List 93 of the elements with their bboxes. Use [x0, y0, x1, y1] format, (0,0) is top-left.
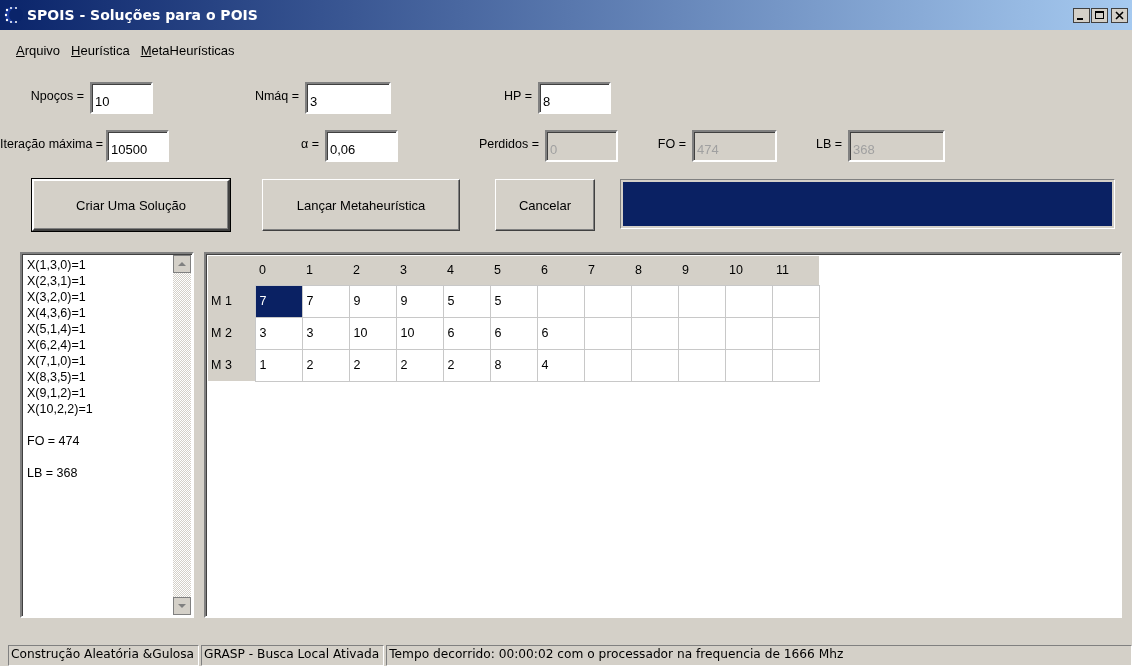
menu-item[interactable]: Heurística [67, 40, 134, 62]
list-item[interactable]: X(3,2,0)=1 [27, 289, 173, 305]
table-cell[interactable] [584, 349, 631, 381]
input-field[interactable]: 3 [305, 82, 391, 114]
table-cell[interactable]: 8 [490, 349, 537, 381]
table-cell[interactable]: 2 [396, 349, 443, 381]
table-cell[interactable] [725, 349, 772, 381]
table-cell[interactable] [725, 285, 772, 317]
input-field[interactable]: 10500 [106, 130, 169, 162]
list-item[interactable]: X(4,3,6)=1 [27, 305, 173, 321]
column-header: 6 [537, 256, 584, 285]
table-cell[interactable] [631, 317, 678, 349]
table-cell[interactable]: 4 [537, 349, 584, 381]
column-header: 1 [302, 256, 349, 285]
list-item[interactable]: X(6,2,4)=1 [27, 337, 173, 353]
action-button[interactable]: Lançar Metaheurística [262, 179, 460, 231]
action-button[interactable]: Criar Uma Solução [32, 179, 230, 231]
column-header: 11 [772, 256, 819, 285]
list-item[interactable]: X(5,1,4)=1 [27, 321, 173, 337]
status-pane: Tempo decorrido: 00:00:02 com o processador na frequencia de 1666 Mhz [386, 645, 1132, 666]
action-button[interactable]: Cancelar [495, 179, 595, 231]
list-item[interactable]: X(1,3,0)=1 [27, 257, 173, 273]
table-cell[interactable] [678, 285, 725, 317]
table-cell[interactable] [584, 317, 631, 349]
table-cell[interactable] [772, 349, 819, 381]
field-label: FO = [656, 136, 687, 151]
table-cell[interactable]: 2 [349, 349, 396, 381]
table-cell[interactable] [631, 285, 678, 317]
field-label: Npoços = [29, 88, 85, 103]
field-label: α = [300, 136, 320, 151]
table-cell[interactable]: 6 [443, 317, 490, 349]
field-label: Iteração máxima = [0, 136, 105, 151]
table-cell[interactable]: 7 [255, 285, 302, 317]
table-cell[interactable] [537, 285, 584, 317]
table-cell[interactable]: 6 [537, 317, 584, 349]
table-cell[interactable]: 10 [396, 317, 443, 349]
minimize-button[interactable] [1073, 7, 1090, 23]
list-item[interactable]: LB = 368 [27, 465, 173, 481]
table-cell[interactable] [584, 285, 631, 317]
input-field[interactable]: 8 [538, 82, 611, 114]
table-cell[interactable]: 9 [396, 285, 443, 317]
column-header: 10 [725, 256, 772, 285]
column-header: 7 [584, 256, 631, 285]
column-header: 9 [678, 256, 725, 285]
input-field[interactable]: 10 [90, 82, 153, 114]
table-cell[interactable] [772, 285, 819, 317]
table-cell[interactable]: 2 [443, 349, 490, 381]
list-item[interactable]: X(8,3,5)=1 [27, 369, 173, 385]
table-cell[interactable]: 3 [302, 317, 349, 349]
list-item[interactable]: X(7,1,0)=1 [27, 353, 173, 369]
field-label: Perdidos = [477, 136, 540, 151]
table-cell[interactable]: 6 [490, 317, 537, 349]
field-label: HP = [503, 88, 533, 103]
row-header: M 2 [208, 317, 255, 349]
column-header: 5 [490, 256, 537, 285]
list-item[interactable]: FO = 474 [27, 433, 173, 449]
menu-item[interactable]: MetaHeurísticas [136, 40, 239, 62]
table-cell[interactable] [678, 349, 725, 381]
field-label: Nmáq = [253, 88, 300, 103]
window-title: SPOIS - Soluções para o POIS [26, 7, 259, 23]
column-header: 0 [255, 256, 302, 285]
status-pane: Construção Aleatória &Gulosa [8, 645, 200, 666]
row-header: M 3 [208, 349, 255, 381]
table-cell[interactable] [678, 317, 725, 349]
table-cell[interactable] [725, 317, 772, 349]
field-label: LB = [814, 136, 843, 151]
column-header: 8 [631, 256, 678, 285]
input-field[interactable]: 0,06 [325, 130, 398, 162]
column-header: 4 [443, 256, 490, 285]
list-item[interactable]: X(2,3,1)=1 [27, 273, 173, 289]
scroll-up-icon[interactable] [173, 255, 191, 273]
column-header: 2 [349, 256, 396, 285]
table-cell[interactable]: 5 [443, 285, 490, 317]
table-cell[interactable]: 5 [490, 285, 537, 317]
scroll-down-icon[interactable] [173, 597, 191, 615]
maximize-button[interactable] [1091, 7, 1108, 23]
table-cell[interactable]: 10 [349, 317, 396, 349]
scrollbar[interactable] [173, 255, 191, 615]
table-cell[interactable]: 9 [349, 285, 396, 317]
menu-item[interactable]: Arquivo [12, 40, 65, 62]
close-button[interactable] [1111, 7, 1128, 23]
column-header: 3 [396, 256, 443, 285]
list-item[interactable]: X(10,2,2)=1 [27, 401, 173, 417]
app-icon [2, 5, 24, 25]
table-cell[interactable] [772, 317, 819, 349]
list-item[interactable]: X(9,1,2)=1 [27, 385, 173, 401]
table-cell[interactable]: 1 [255, 349, 302, 381]
row-header: M 1 [208, 285, 255, 317]
table-cell[interactable] [631, 349, 678, 381]
table-cell[interactable]: 7 [302, 285, 349, 317]
status-pane: GRASP - Busca Local Ativada [201, 645, 385, 666]
table-cell[interactable]: 2 [302, 349, 349, 381]
table-cell[interactable]: 3 [255, 317, 302, 349]
